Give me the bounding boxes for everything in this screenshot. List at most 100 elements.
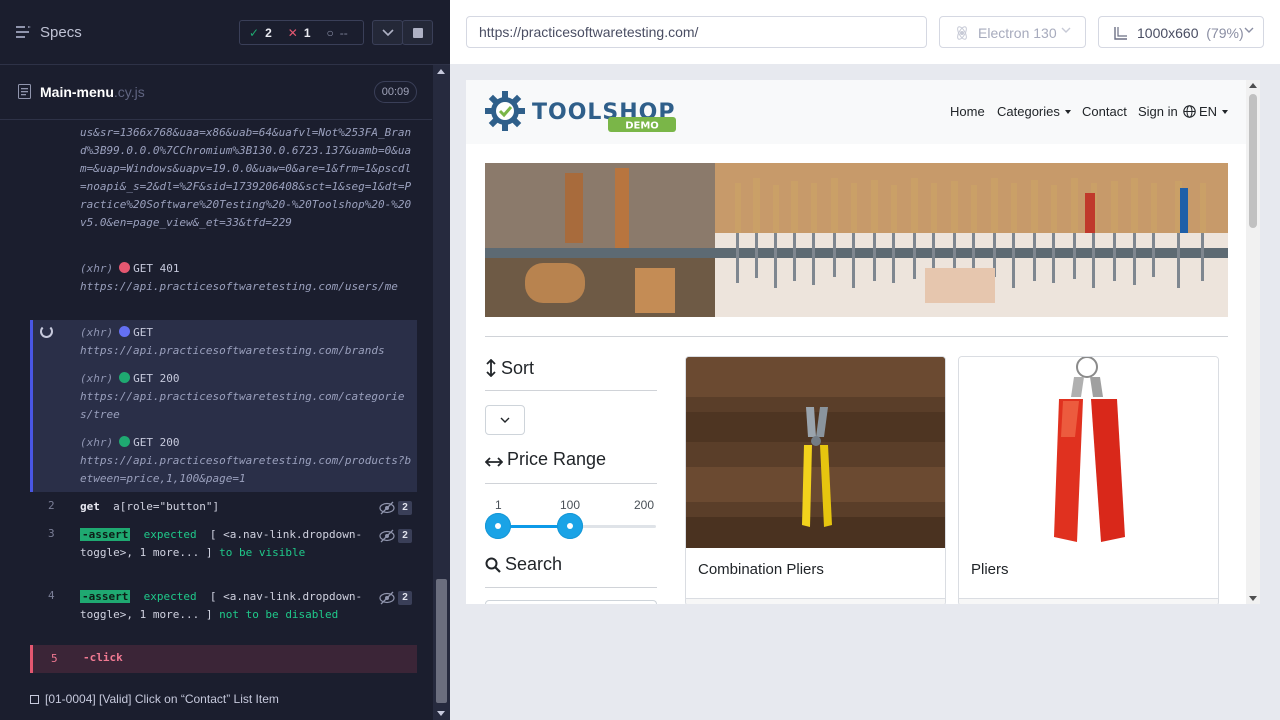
request-url: https://api.practicesoftwaretesting.com/… [80,344,385,357]
product-card[interactable]: Combination Pliers [685,356,946,604]
spec-ext-text: .cy.js [113,84,145,100]
gear-icon [485,91,525,131]
sidebar-divider [485,390,657,391]
assert-badge: -assert [80,528,131,541]
nav-language-label: EN [1199,104,1218,119]
search-input[interactable] [485,600,657,604]
request-method: GET 200 [133,372,180,385]
caret-down-icon [1222,110,1229,114]
scroll-down-icon[interactable] [437,711,445,716]
scroll-thumb[interactable] [1249,94,1257,228]
passed-stat: ✓ 2 [249,26,272,40]
assert-text: visible [258,546,306,559]
command-name: get [80,500,100,513]
search-heading: Search [485,554,562,575]
stop-button[interactable] [402,20,433,45]
loading-spinner-icon [40,325,53,338]
hero-banner-image [485,163,1228,317]
xhr-entry-brands[interactable]: (xhr) GET https://api.practicesoftwaretes… [80,324,412,360]
check-icon: ✓ [249,25,260,40]
xhr-entry-categories[interactable]: (xhr) GET 200 https://api.practicesoftwar… [80,370,412,424]
price-slider-min-handle[interactable] [485,513,511,539]
chevron-down-icon [1061,27,1071,33]
failed-stat: ✕ 1 [288,26,311,40]
reporter-scrollbar[interactable] [433,65,450,720]
xhr-entry-products[interactable]: (xhr) GET 200 https://api.practicesoftwar… [80,434,412,488]
request-method: GET 401 [133,262,180,275]
section-divider [485,336,1228,337]
pending-stat: ○ -- [327,26,348,40]
spinner-icon: ○ [326,25,334,40]
nav-categories[interactable]: Categories [997,104,1071,119]
x-icon: ✕ [287,25,298,40]
search-icon [485,557,501,573]
status-dot-icon [119,436,131,447]
price-range-heading: Price Range [484,449,606,470]
sidebar-divider [485,587,657,588]
product-card[interactable]: Pliers [958,356,1219,604]
xhr-entry-users-me[interactable]: (xhr) GET 401 https://api.practicesoftwar… [80,260,412,296]
scroll-down-icon[interactable] [1249,596,1257,601]
chevron-down-icon [1244,27,1254,33]
toolshop-navbar: TOOLSHOP DEMO Home Categories Contact Si… [466,80,1260,144]
sort-select[interactable] [485,405,525,435]
assert-text: not to be [219,608,279,621]
app-scrollbar[interactable] [1246,80,1260,604]
spec-duration: 00:09 [374,81,417,103]
cypress-reporter: Specs ✓ 2 ✕ 1 ○ -- Main-menu.cy.js 00:09… [0,0,450,720]
spec-name-text: Main-menu [40,84,114,100]
command-number: 2 [48,499,55,512]
specs-list-icon[interactable] [16,25,32,39]
command-click-failed[interactable]: 5 -click [30,645,417,673]
price-min-label: 1 [495,498,502,512]
ga-request-url[interactable]: us&sr=1366x768&uaa=x86&uab=64&uafvl=Not%… [80,124,412,232]
command-log: us&sr=1366x768&uaa=x86&uab=64&uafvl=Not%… [30,120,417,675]
caret-down-icon [1064,110,1071,114]
test-title-text: [01-0004] [Valid] Click on “Contact” Lis… [45,692,279,706]
price-slider-max-handle[interactable] [557,513,583,539]
sidebar-divider [485,483,657,484]
element-count: 2 [398,591,412,605]
command-number: 4 [48,589,55,602]
url-field[interactable]: https://practicesoftwaretesting.com/ [466,16,927,48]
eye-slash-icon [379,591,395,605]
xhr-label: (xhr) [80,436,114,449]
nav-sign-in[interactable]: Sign in [1138,104,1178,119]
nav-contact[interactable]: Contact [1082,104,1127,119]
specs-label[interactable]: Specs [40,24,82,41]
sort-arrows-icon [486,358,496,378]
electron-icon [957,26,967,40]
toggle-auto-scroll-button[interactable] [372,20,403,45]
search-title: Search [505,554,563,574]
command-number: 3 [48,527,55,540]
product-image [959,357,1218,548]
element-count: 2 [398,501,412,515]
scroll-up-icon[interactable] [437,69,445,74]
status-dot-icon [119,326,131,337]
toolshop-logo[interactable]: TOOLSHOP DEMO [484,90,684,134]
card-footer [686,598,945,604]
viewport-zoom: (79%) [1206,25,1244,41]
request-url: https://api.practicesoftwaretesting.com/… [80,280,398,293]
browser-label: Electron 130 [978,25,1057,41]
test-title[interactable]: [01-0004] [Valid] Click on “Contact” Lis… [30,692,279,706]
pending-count: -- [339,25,348,40]
browser-selector[interactable]: Electron 130 [939,16,1086,48]
product-name[interactable]: Combination Pliers [698,561,824,578]
status-dot-icon [119,262,131,273]
scroll-up-icon[interactable] [1249,83,1257,88]
scroll-thumb[interactable] [436,579,447,703]
request-url: https://api.practicesoftwaretesting.com/… [80,390,405,421]
spec-file-name[interactable]: Main-menu.cy.js [40,84,145,100]
sort-heading: Sort [485,358,534,379]
xhr-label: (xhr) [80,262,114,275]
nav-home[interactable]: Home [950,104,985,119]
app-under-test-panel: https://practicesoftwaretesting.com/ Ele… [450,0,1280,720]
request-method: GET [133,326,153,339]
nav-language[interactable]: EN [1183,104,1229,119]
app-iframe: TOOLSHOP DEMO Home Categories Contact Si… [466,80,1260,604]
test-state-icon [30,695,39,704]
sort-title: Sort [501,358,535,378]
product-name[interactable]: Pliers [971,561,1009,578]
viewport-selector[interactable]: 1000x660 (79%) [1098,16,1264,48]
